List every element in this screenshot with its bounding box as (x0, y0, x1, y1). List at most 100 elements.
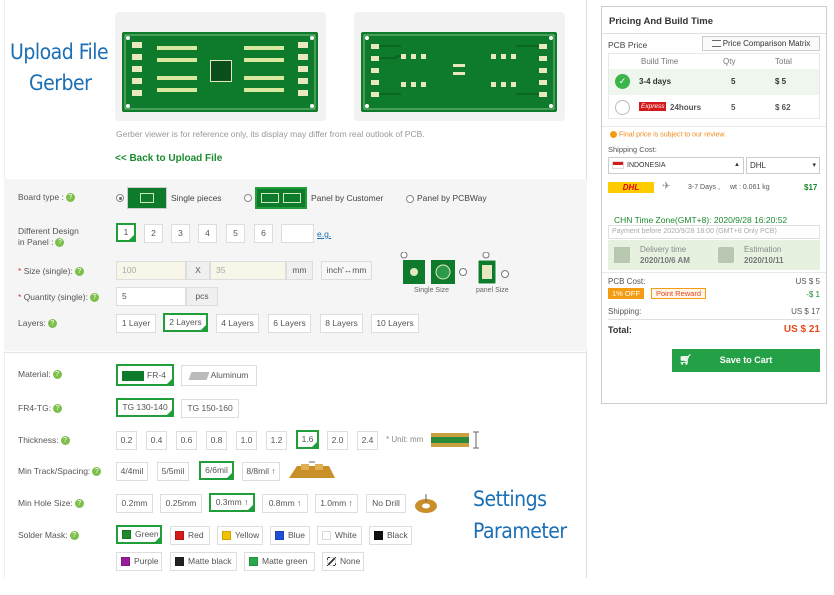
track-8-8-option[interactable]: 8/8mil ↑ (242, 462, 280, 481)
layers-option-8[interactable]: 8 Layers (320, 314, 363, 333)
gerber-note: Gerber viewer is for reference only, its… (116, 129, 425, 139)
help-icon[interactable]: ? (47, 319, 57, 329)
hole-0-8-option[interactable]: 0.8mm ↑ (262, 494, 308, 513)
quantity-label: * Quantity (single):? (18, 292, 99, 303)
design-count-5[interactable]: 5 (226, 224, 245, 243)
hole-0-2-option[interactable]: 0.2mm (116, 494, 153, 513)
thickness-0-2[interactable]: 0.2 (116, 431, 137, 450)
hole-0-25-option[interactable]: 0.25mm (160, 494, 202, 513)
board-type-panel-pcbway-option[interactable]: Panel by PCBWay (406, 193, 487, 203)
standard-qty: 5 (731, 77, 736, 86)
country-select[interactable]: INDONESIA ▲ (608, 157, 744, 174)
aluminum-icon (188, 371, 210, 380)
mask-black-option[interactable]: Black (369, 526, 412, 545)
total-value: US $ 21 (783, 324, 820, 335)
size-height-input[interactable]: 35 (210, 261, 286, 280)
track-spacing-label: Min Track/Spacing:? (18, 466, 102, 477)
quantity-input[interactable]: 5 (116, 287, 186, 306)
help-icon[interactable]: ? (53, 404, 63, 414)
mask-blue-option[interactable]: Blue (270, 526, 310, 545)
back-to-upload-link[interactable]: << Back to Upload File (115, 153, 222, 164)
help-icon[interactable]: ? (74, 267, 84, 277)
hole-no-drill-option[interactable]: No Drill (366, 494, 406, 513)
material-fr4-option[interactable]: FR-4 (116, 364, 174, 387)
express-qty: 5 (731, 103, 736, 112)
carrier-select[interactable]: DHL ▾ (746, 157, 820, 174)
thickness-1-0[interactable]: 1.0 (236, 431, 257, 450)
delivery-time-label: Delivery time (640, 245, 687, 254)
design-count-custom-input[interactable] (281, 224, 314, 243)
price-row-standard[interactable]: ✓ 3-4 days 5 $ 5 (609, 69, 819, 95)
layers-option-6[interactable]: 6 Layers (268, 314, 311, 333)
hole-0-3-option[interactable]: 0.3mm ↑ (209, 493, 255, 513)
mask-white-option[interactable]: White (317, 526, 362, 545)
tg-150-160-option[interactable]: TG 150-160 (181, 399, 239, 418)
help-icon[interactable]: ? (69, 531, 79, 541)
size-width-input[interactable]: 100 (116, 261, 186, 280)
payment-before-text: Payment before 2020/9/28 18:00 (GMT+8 On… (608, 225, 820, 239)
material-aluminum-option[interactable]: Aluminum (181, 365, 257, 386)
shipping-value: US $ 17 (791, 307, 820, 316)
price-row-express[interactable]: Express 24hours 5 $ 62 (609, 96, 819, 120)
layers-option-2[interactable]: 2 Layers (163, 313, 208, 333)
layers-option-10[interactable]: 10 Layers (371, 314, 419, 333)
chevron-up-down-icon: ▲ (734, 162, 740, 168)
gerber-top-preview[interactable] (115, 12, 326, 121)
price-comparison-button[interactable]: Price Comparison Matrix (702, 36, 820, 51)
layers-option-4[interactable]: 4 Layers (216, 314, 259, 333)
design-count-1[interactable]: 1 (116, 223, 136, 243)
express-build-time: 24hours (670, 103, 702, 112)
thickness-0-8[interactable]: 0.8 (206, 431, 227, 450)
mask-red-option[interactable]: Red (170, 526, 210, 545)
help-icon[interactable]: ? (74, 499, 84, 509)
design-count-6[interactable]: 6 (254, 224, 273, 243)
track-6-6-option[interactable]: 6/6mil (199, 461, 234, 481)
fr4-tg-label: FR4-TG:? (18, 403, 63, 414)
pcb-cost-label: PCB Cost: (608, 277, 646, 286)
thickness-2-0[interactable]: 2.0 (327, 431, 348, 450)
help-icon[interactable]: ? (55, 238, 65, 248)
total-label: Total: (608, 325, 632, 335)
help-icon[interactable]: ? (60, 436, 70, 446)
mask-yellow-option[interactable]: Yellow (217, 526, 263, 545)
thickness-0-6[interactable]: 0.6 (176, 431, 197, 450)
mask-matte-black-option[interactable]: Matte black (170, 552, 237, 571)
thickness-2-4[interactable]: 2.4 (357, 431, 378, 450)
thickness-1-6[interactable]: 1.6 (296, 430, 319, 450)
track-5-5-option[interactable]: 5/5mil (157, 462, 189, 481)
design-count-3[interactable]: 3 (171, 224, 190, 243)
board-type-panel-customer-option[interactable]: Panel by Customer (244, 186, 383, 210)
mask-green-option[interactable]: Green (116, 525, 162, 545)
layers-option-1[interactable]: 1 Layer (116, 314, 156, 333)
design-count-4[interactable]: 4 (198, 224, 217, 243)
mask-purple-option[interactable]: Purple (116, 552, 162, 571)
solder-mask-label: Solder Mask:? (18, 530, 79, 541)
green-swatch (122, 530, 131, 540)
red-swatch (175, 531, 184, 541)
help-icon[interactable]: ? (89, 293, 99, 303)
thickness-1-2[interactable]: 1.2 (266, 431, 287, 450)
tg-130-140-option[interactable]: TG 130-140 (116, 398, 174, 418)
indonesia-flag-icon (612, 161, 624, 170)
size-unit: mm (286, 261, 313, 280)
save-to-cart-button[interactable]: 🛒︎ Save to Cart (672, 349, 820, 372)
thickness-illustration-icon (431, 430, 481, 452)
purple-swatch (121, 557, 130, 567)
unit-convert-button[interactable]: inch'↔mm (321, 261, 372, 280)
help-icon[interactable]: ? (65, 193, 75, 203)
track-4-4-option[interactable]: 4/4mil (116, 462, 148, 481)
sidebar-title: Pricing And Build Time (609, 16, 713, 27)
mask-none-option[interactable]: None (322, 552, 364, 571)
shipping-option-row[interactable]: DHL ✈ 3-7 Days , wt : 0.061 kg $17 (608, 180, 820, 196)
mask-matte-green-option[interactable]: Matte green (244, 552, 315, 571)
hole-1-0-option[interactable]: 1.0mm ↑ (315, 494, 358, 513)
help-icon[interactable]: ? (52, 370, 62, 380)
board-type-single-option[interactable]: Single pieces (116, 186, 222, 210)
quantity-unit: pcs (186, 287, 218, 306)
gerber-bottom-preview[interactable] (354, 12, 565, 121)
design-count-2[interactable]: 2 (144, 224, 163, 243)
example-link[interactable]: e.g. (317, 229, 331, 239)
help-icon[interactable]: ? (92, 467, 102, 477)
thickness-0-4[interactable]: 0.4 (146, 431, 167, 450)
board-type-single-label: Single pieces (171, 193, 222, 203)
